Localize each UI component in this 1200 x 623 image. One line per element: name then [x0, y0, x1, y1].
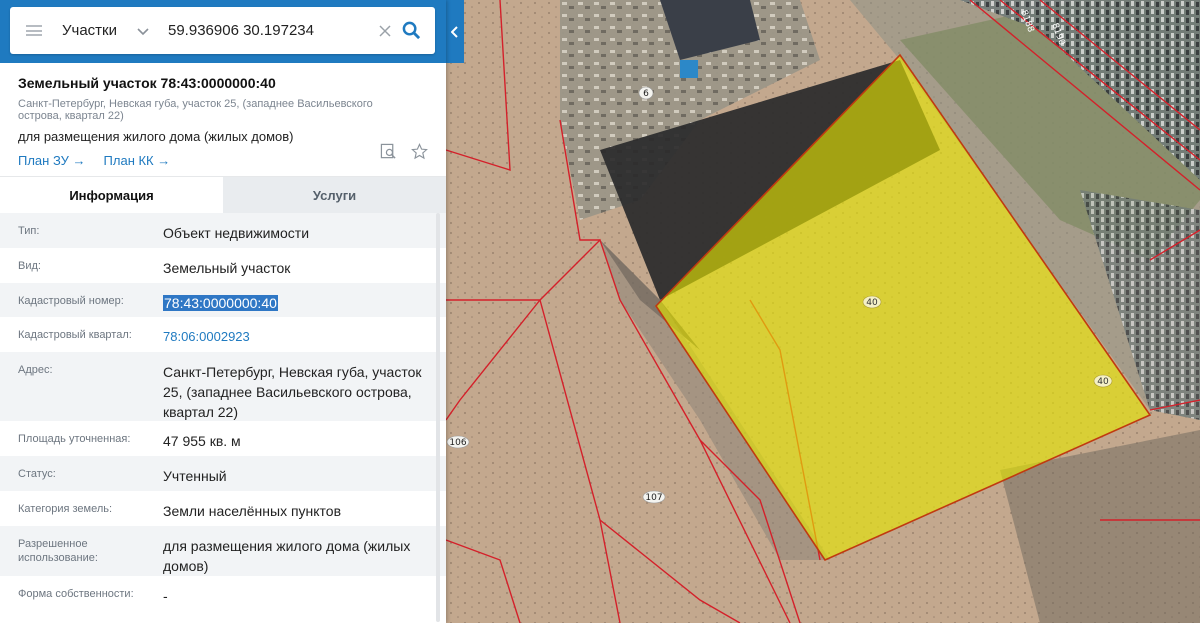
parcel-card-header: Земельный участок 78:43:0000000:40 Санкт… — [0, 63, 446, 168]
search-icon[interactable] — [402, 21, 421, 40]
table-row: Вид: Земельный участок — [0, 248, 446, 283]
table-row: Форма собственности: - — [0, 576, 446, 611]
search-bar: Участки — [0, 0, 446, 63]
parcel-label-6: 6 — [638, 86, 654, 100]
cadastral-quarter-link[interactable]: 78:06:0002923 — [163, 317, 446, 352]
parcel-label-107: 107 — [642, 490, 666, 504]
table-row: Разрешенное использование: для размещени… — [0, 526, 446, 576]
table-row: Кадастровый квартал: 78:06:0002923 — [0, 317, 446, 352]
plan-kk-link[interactable]: План КК → — [104, 153, 171, 168]
close-icon[interactable] — [378, 24, 392, 38]
layer-select-label: Участки — [62, 22, 117, 39]
plan-zu-link[interactable]: План ЗУ → — [18, 153, 86, 168]
table-row: Статус: Учтенный — [0, 456, 446, 491]
parcel-label-40-east: 40 — [1093, 374, 1113, 388]
parcel-label-40-center: 40 — [862, 295, 882, 309]
star-icon[interactable] — [411, 143, 428, 160]
parcel-purpose: для размещения жилого дома (жилых домов) — [18, 129, 294, 144]
cadastral-number-highlight[interactable]: 78:43:0000000:40 — [163, 295, 278, 311]
tabs: Информация Услуги — [0, 176, 446, 213]
tab-services[interactable]: Услуги — [223, 177, 446, 213]
collapse-panel-button[interactable] — [446, 0, 464, 63]
search-input[interactable] — [168, 22, 368, 39]
layer-select[interactable]: Участки — [62, 22, 166, 39]
table-row: Адрес: Санкт-Петербург, Невская губа, уч… — [0, 352, 446, 421]
tab-information[interactable]: Информация — [0, 177, 223, 213]
menu-icon[interactable] — [26, 25, 42, 36]
chevron-down-icon — [137, 27, 149, 35]
parcel-label-text: 40 — [866, 298, 878, 308]
svg-text:6: 6 — [643, 89, 649, 99]
chevron-left-icon — [451, 25, 458, 38]
svg-text:40: 40 — [1097, 377, 1109, 387]
parcel-label-106: 106 — [446, 435, 470, 449]
parcel-address: Санкт-Петербург, Невская губа, участок 2… — [18, 98, 373, 122]
table-row: Категория земель: Земли населённых пункт… — [0, 491, 446, 526]
svg-text:106: 106 — [449, 438, 466, 448]
info-table: Тип: Объект недвижимости Вид: Земельный … — [0, 213, 446, 622]
scrollbar[interactable] — [436, 213, 440, 622]
info-panel: Участки Земельный участок 78:43:0000000:… — [0, 0, 446, 623]
search-box: Участки — [10, 7, 435, 54]
svg-text:107: 107 — [645, 493, 662, 503]
table-row: Кадастровый номер: 78:43:0000000:40 — [0, 283, 446, 317]
zoom-to-object-icon[interactable] — [380, 143, 397, 160]
parcel-title: Земельный участок 78:43:0000000:40 — [18, 75, 276, 91]
table-row: Тип: Объект недвижимости — [0, 213, 446, 248]
table-row: Площадь уточненная: 47 955 кв. м — [0, 421, 446, 456]
